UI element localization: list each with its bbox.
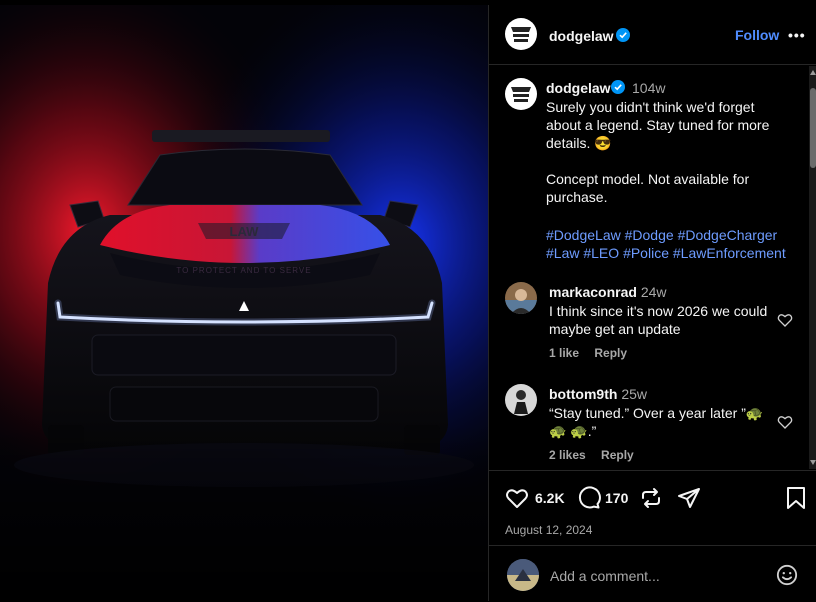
verified-badge-icon — [616, 28, 630, 42]
scroll-up-arrow-icon[interactable] — [810, 70, 816, 75]
verified-badge-icon — [611, 80, 625, 94]
light-bar — [152, 130, 330, 142]
hashtag-link[interactable]: #DodgeCharger — [678, 227, 778, 243]
hashtag-link[interactable]: #Law — [546, 245, 579, 261]
post-header: dodgelaw Follow ••• — [489, 5, 816, 65]
more-options-button[interactable]: ••• — [788, 27, 806, 43]
hood-text: TO PROTECT AND TO SERVE — [176, 266, 311, 275]
user-photo-icon — [507, 559, 539, 591]
comment-reply-button[interactable]: Reply — [594, 346, 627, 360]
commenter-line: markaconrad 24w — [549, 284, 667, 300]
commenter-line: bottom9th 25w — [549, 386, 647, 402]
post-photo[interactable]: LAW TO PROTECT AND TO SERVE — [0, 5, 488, 601]
comment-like-heart-icon[interactable] — [777, 312, 793, 328]
emoji-picker-icon[interactable] — [776, 564, 798, 586]
repost-icon[interactable] — [639, 486, 663, 510]
comment-bubble-icon[interactable] — [577, 486, 601, 510]
hashtag-link[interactable]: #LawEnforcement — [673, 245, 786, 261]
commenter-avatar[interactable] — [505, 384, 537, 416]
commenter-username[interactable]: markaconrad — [549, 284, 637, 300]
comment-likes-count[interactable]: 2 likes — [549, 448, 586, 462]
comment-text: “Stay tuned.” Over a year later ”🐢 🐢 🐢.” — [549, 405, 764, 439]
likes-count[interactable]: 6.2K — [535, 490, 565, 506]
hashtag-link[interactable]: #LEO — [583, 245, 619, 261]
dodgelaw-logo-icon — [511, 27, 531, 42]
comment-meta: 1 like Reply — [549, 346, 639, 360]
commenter-avatar[interactable] — [505, 282, 537, 314]
hashtag-link[interactable]: #Dodge — [625, 227, 674, 243]
add-comment-bar: Add a comment... — [489, 545, 816, 602]
comment-time[interactable]: 24w — [641, 284, 667, 300]
author-avatar[interactable] — [505, 18, 537, 50]
post-panel: dodgelaw Follow ••• dodgelaw 104w Surely — [488, 5, 816, 601]
caption-avatar[interactable] — [505, 78, 537, 110]
scroll-down-arrow-icon[interactable] — [810, 460, 816, 465]
comment-time[interactable]: 25w — [621, 386, 647, 402]
user-photo-icon — [505, 282, 537, 314]
caption-text: Surely you didn't think we'd forget abou… — [546, 99, 770, 205]
user-photo-icon — [505, 384, 537, 416]
caption-username[interactable]: dodgelaw — [546, 80, 611, 96]
comment-likes-count[interactable]: 1 like — [549, 346, 579, 360]
comments-count[interactable]: 170 — [605, 490, 628, 506]
commenter-username[interactable]: bottom9th — [549, 386, 617, 402]
comments-scrollbar[interactable] — [809, 66, 816, 469]
comment-meta: 2 likes Reply — [549, 448, 646, 462]
car-image: LAW TO PROTECT AND TO SERVE — [0, 5, 488, 601]
comments-scroll-area[interactable]: dodgelaw 104w Surely you didn't think we… — [489, 66, 816, 469]
hashtag-link[interactable]: #DodgeLaw — [546, 227, 621, 243]
caption-time[interactable]: 104w — [632, 80, 665, 96]
comment-reply-button[interactable]: Reply — [601, 448, 634, 462]
current-user-avatar — [507, 559, 539, 591]
scrollbar-thumb[interactable] — [810, 88, 816, 168]
comment-text: I think since it's now 2026 we could may… — [549, 303, 768, 337]
comment-like-heart-icon[interactable] — [777, 414, 793, 430]
caption-hashtags: #DodgeLaw #Dodge #DodgeCharger #Law #LEO… — [546, 226, 796, 262]
hood-logo: LAW — [230, 224, 260, 239]
hashtag-link[interactable]: #Police — [623, 245, 669, 261]
post-date[interactable]: August 12, 2024 — [505, 523, 592, 537]
save-bookmark-icon[interactable] — [785, 486, 807, 510]
dodgelaw-logo-icon — [511, 87, 531, 102]
share-paper-plane-icon[interactable] — [677, 486, 701, 510]
like-heart-icon[interactable] — [505, 486, 529, 510]
add-comment-input[interactable]: Add a comment... — [550, 568, 660, 584]
follow-button[interactable]: Follow — [735, 27, 779, 43]
author-username[interactable]: dodgelaw — [549, 28, 614, 44]
